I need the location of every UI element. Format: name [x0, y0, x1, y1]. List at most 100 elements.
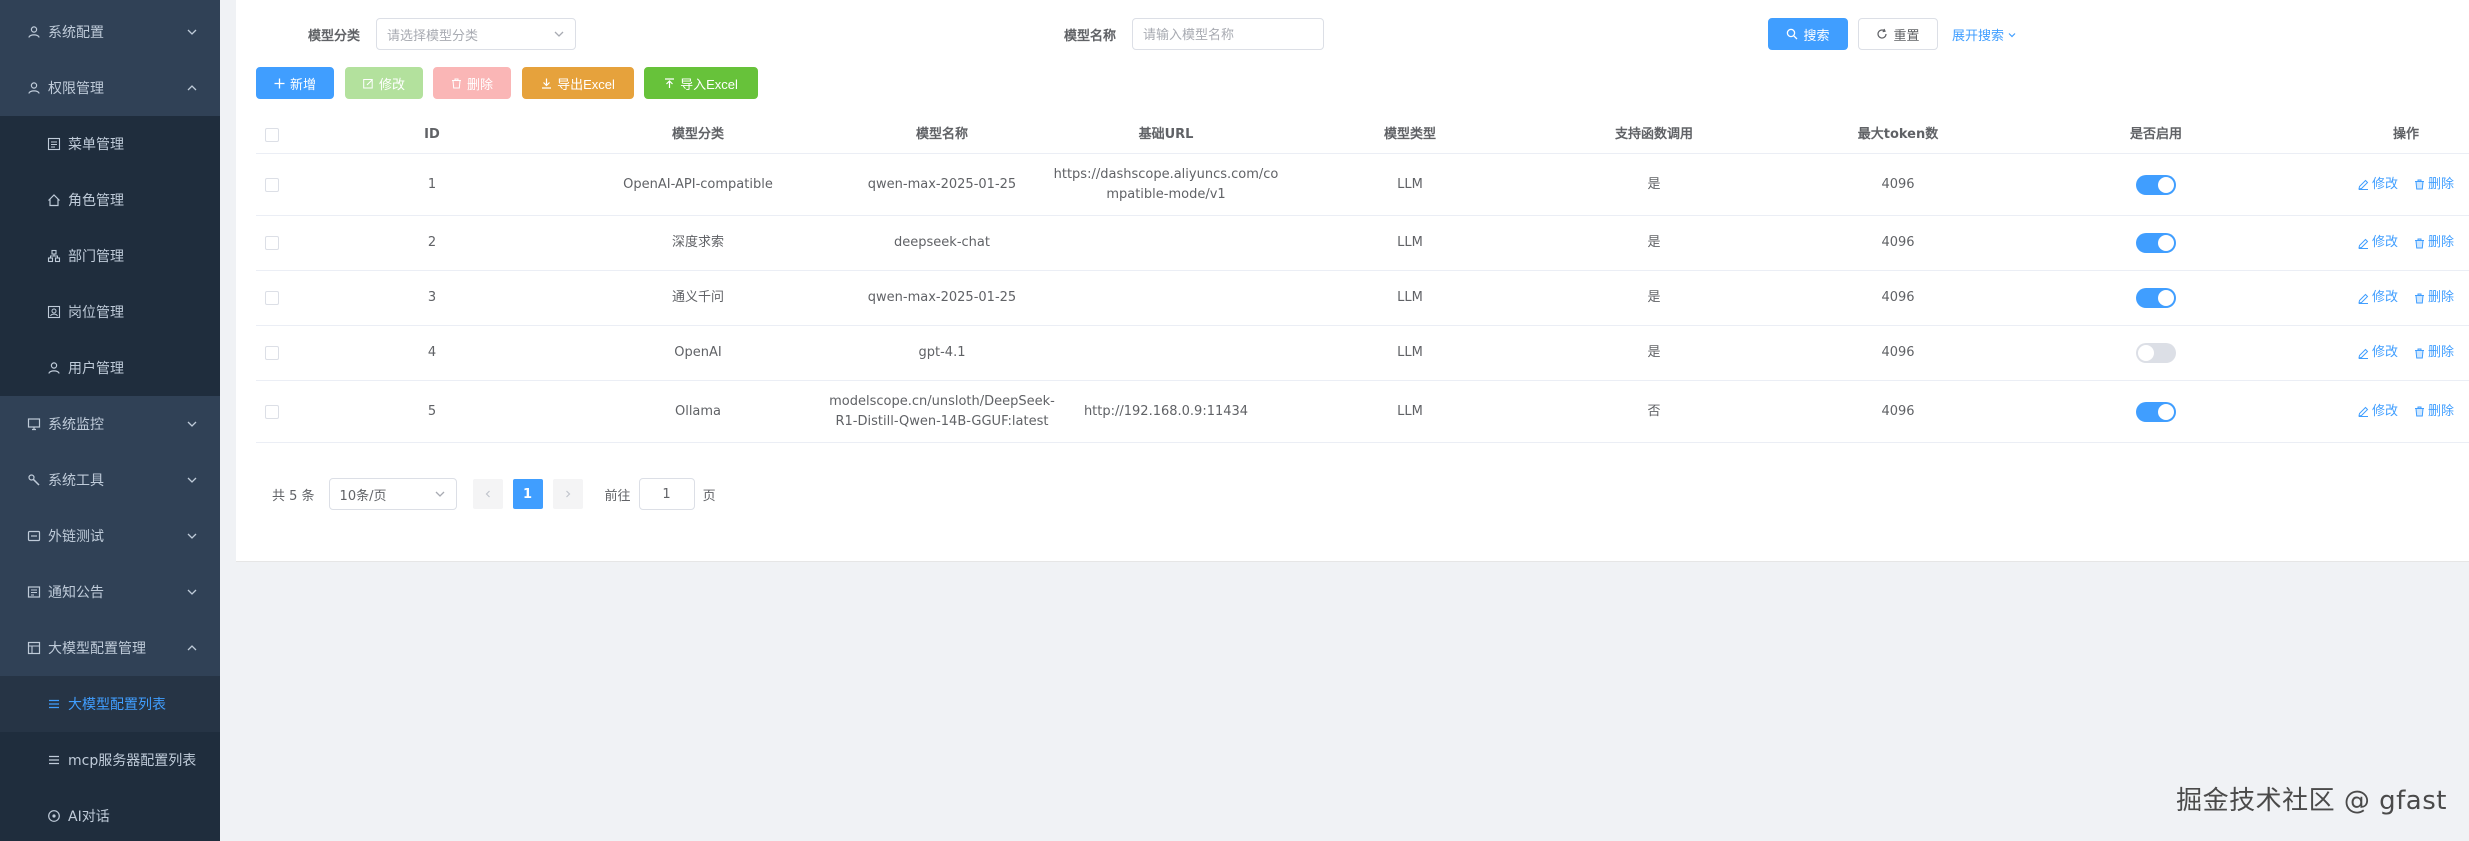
monitor-icon: [26, 416, 42, 432]
cell-max-tokens: 4096: [1881, 403, 1915, 419]
row-checkbox[interactable]: [265, 346, 279, 360]
cell-enabled: [2116, 381, 2196, 442]
row-edit-label: 修改: [2371, 290, 2398, 305]
row-edit-link[interactable]: 修改: [2358, 233, 2398, 253]
column-header: 基础URL: [1138, 126, 1194, 142]
cell-enabled: [2116, 154, 2196, 215]
name-label: 模型名称: [1064, 29, 1117, 44]
row-delete-label: 删除: [2428, 345, 2455, 360]
row-checkbox[interactable]: [265, 177, 279, 192]
enabled-switch[interactable]: [2136, 233, 2176, 253]
sidebar-item-1[interactable]: 权限管理: [0, 60, 220, 116]
row-actions: 修改 删除: [2358, 402, 2454, 422]
export-excel-button[interactable]: 导出Excel: [522, 67, 634, 99]
cell-enabled: [2116, 271, 2196, 325]
add-button[interactable]: 新增: [256, 67, 334, 99]
table-row: 4 OpenAI gpt-4.1 LLM 是 4096 修改 删除: [256, 326, 2469, 381]
row-edit-link[interactable]: 修改: [2358, 343, 2398, 363]
next-page-button[interactable]: [552, 479, 583, 509]
sidebar-item-label: 大模型配置管理: [48, 641, 146, 657]
row-edit-label: 修改: [2371, 403, 2398, 419]
select-all-checkbox[interactable]: [265, 127, 279, 142]
sidebar-item-0[interactable]: 系统配置: [0, 4, 220, 60]
row-delete-label: 删除: [2428, 403, 2455, 419]
name-input[interactable]: [1132, 18, 1324, 50]
edit-icon: [363, 78, 373, 88]
sidebar-item-label: 权限管理: [48, 81, 104, 97]
sidebar-item-2[interactable]: 菜单管理: [0, 116, 220, 172]
sidebar-item-4[interactable]: 部门管理: [0, 228, 220, 284]
row-checkbox[interactable]: [265, 404, 279, 419]
model-icon: [26, 640, 42, 656]
row-delete-link[interactable]: 删除: [2414, 233, 2454, 253]
search-button[interactable]: 搜索: [1768, 18, 1848, 50]
goto-page-input[interactable]: 1: [638, 478, 695, 510]
sidebar-item-11[interactable]: 大模型配置管理: [0, 620, 220, 676]
reset-button-label: 重置: [1893, 27, 1920, 43]
upload-icon: [665, 77, 675, 88]
column-header: 支持函数调用: [1614, 126, 1693, 142]
column-header: 模型分类: [671, 126, 724, 142]
sidebar-item-10[interactable]: 通知公告: [0, 564, 220, 620]
row-delete-link[interactable]: 删除: [2414, 175, 2454, 195]
chevron-down-icon: [2008, 32, 2016, 37]
switch-knob: [2158, 290, 2174, 306]
cell-function-call: 是: [1647, 235, 1661, 250]
chevron-up-icon: [186, 82, 198, 94]
sidebar-item-6[interactable]: 用户管理: [0, 340, 220, 396]
reset-button[interactable]: 重置: [1858, 18, 1938, 50]
page-size-select[interactable]: 10条/页: [328, 478, 457, 510]
delete-button[interactable]: 删除: [433, 67, 511, 99]
row-delete-label: 删除: [2428, 176, 2455, 192]
chevron-up-icon: [186, 642, 198, 654]
row-delete-label: 删除: [2428, 235, 2455, 250]
prev-page-button[interactable]: [472, 479, 503, 509]
row-edit-link[interactable]: 修改: [2358, 175, 2398, 195]
row-edit-link[interactable]: 修改: [2358, 288, 2398, 308]
chevron-down-icon: [186, 586, 198, 598]
sidebar-item-3[interactable]: 角色管理: [0, 172, 220, 228]
sidebar-item-13[interactable]: mcp服务器配置列表: [0, 732, 220, 788]
expand-search-label: 展开搜索: [1952, 29, 2005, 44]
row-checkbox[interactable]: [265, 291, 279, 305]
column-header: 操作: [2392, 126, 2419, 142]
row-delete-link[interactable]: 删除: [2414, 343, 2454, 363]
enabled-switch[interactable]: [2136, 174, 2176, 195]
edit-icon: [2358, 293, 2369, 304]
goto-suffix: 页: [702, 488, 716, 504]
page-number-current[interactable]: 1: [512, 479, 543, 509]
cell-model-type: LLM: [1397, 176, 1423, 192]
sidebar-item-12[interactable]: 大模型配置列表: [0, 676, 220, 732]
watermark: 掘金技术社区 @ gfast: [2176, 786, 2447, 816]
enabled-switch[interactable]: [2136, 288, 2176, 308]
row-edit-label: 修改: [2371, 345, 2398, 360]
enabled-switch[interactable]: [2136, 401, 2176, 422]
sidebar-item-8[interactable]: 系统工具: [0, 452, 220, 508]
enabled-switch[interactable]: [2136, 343, 2176, 363]
sidebar-item-7[interactable]: 系统监控: [0, 396, 220, 452]
expand-search-link[interactable]: 展开搜索: [1952, 25, 2017, 44]
chevron-down-icon: [186, 418, 198, 430]
chevron-right-icon: [565, 490, 570, 498]
cell-enabled: [2116, 216, 2196, 270]
menu-icon: [46, 136, 62, 152]
category-select[interactable]: 请选择模型分类: [376, 18, 576, 50]
row-checkbox[interactable]: [265, 236, 279, 250]
user-icon: [26, 24, 42, 40]
cell-model-name: qwen-max-2025-01-25: [867, 176, 1017, 192]
edit-icon: [2358, 406, 2369, 417]
row-delete-link[interactable]: 删除: [2414, 402, 2454, 422]
row-edit-link[interactable]: 修改: [2358, 402, 2398, 422]
row-delete-link[interactable]: 删除: [2414, 288, 2454, 308]
cell-base-url: https://dashscope.aliyuncs.com/co mpatib…: [1053, 166, 1279, 202]
export-excel-label: 导出Excel: [557, 76, 615, 92]
edit-button[interactable]: 修改: [345, 67, 423, 99]
sidebar-item-5[interactable]: 岗位管理: [0, 284, 220, 340]
cell-category: OpenAI: [674, 345, 722, 360]
sidebar-item-9[interactable]: 外链测试: [0, 508, 220, 564]
import-excel-button[interactable]: 导入Excel: [644, 67, 758, 99]
list-icon: [46, 696, 62, 712]
sidebar-item-14[interactable]: AI对话: [0, 788, 220, 841]
chevron-down-icon: [554, 31, 564, 37]
row-actions: 修改 删除: [2358, 175, 2454, 195]
